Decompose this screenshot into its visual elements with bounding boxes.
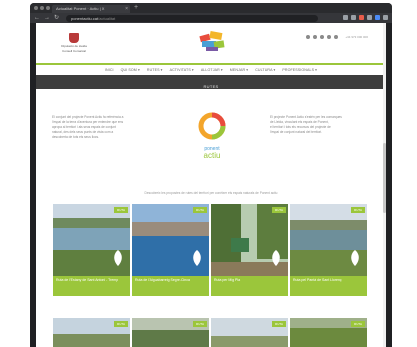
extension-icon[interactable] bbox=[351, 15, 356, 20]
card-tag: RUTA bbox=[193, 207, 207, 213]
route-card[interactable]: RUTA Ruta per Mig Pla bbox=[211, 204, 288, 296]
leaf-icon bbox=[272, 250, 280, 266]
window-controls bbox=[34, 6, 50, 10]
browser-tab[interactable]: Actualitat Ponent · Actiu | X × bbox=[52, 5, 130, 13]
card-title: Ruta de l'Aiguabarreig Segre-Cinca bbox=[135, 278, 190, 282]
intro-line: l'espai de conjunt natural del territori… bbox=[270, 130, 322, 134]
forward-icon[interactable]: → bbox=[44, 14, 50, 22]
twitter-icon[interactable] bbox=[313, 35, 318, 39]
intro-right-text: El projecte Ponent Actiu s'estén per les… bbox=[270, 115, 382, 135]
nav-item-allotjar[interactable]: ALLOTJAR ▾ bbox=[201, 68, 223, 72]
card-title: Ruta de l'Estany de Sant Antoni - Tremp bbox=[56, 278, 119, 282]
new-tab-button[interactable]: + bbox=[134, 4, 138, 12]
minimize-window-button[interactable] bbox=[40, 6, 44, 10]
route-card[interactable]: RUTA bbox=[290, 318, 367, 347]
tab-close-icon[interactable]: × bbox=[125, 5, 128, 13]
mail-icon[interactable] bbox=[334, 35, 339, 39]
card-tag: RUTA bbox=[351, 207, 365, 213]
url-domain: ponentactiu.cat bbox=[71, 16, 99, 21]
logo-word-bottom: actiu bbox=[203, 151, 221, 160]
route-card[interactable]: RUTA Ruta pel Pantà de Sant Llorenç bbox=[290, 204, 367, 296]
route-card[interactable]: RUTA bbox=[132, 318, 209, 347]
card-tag: RUTA bbox=[114, 321, 128, 327]
intro-left-text: El conjunt del projecte Ponent Actiu fa … bbox=[52, 115, 170, 140]
main-navigation: INICI QUI SOM ▾ RUTES ▾ ACTIVITATS ▾ ALL… bbox=[36, 65, 386, 75]
nav-item-rutes[interactable]: RUTES ▾ bbox=[147, 68, 163, 72]
page-title-band: RUTES bbox=[36, 75, 386, 89]
maximize-window-button[interactable] bbox=[46, 6, 50, 10]
council-emblem-icon bbox=[69, 33, 79, 43]
council-logo[interactable]: Diputació de Lleida Consell Comarcal bbox=[54, 33, 94, 53]
nav-item-activitats[interactable]: ACTIVITATS ▾ bbox=[170, 68, 194, 72]
ring-logo-icon bbox=[198, 112, 226, 140]
extension-icon[interactable] bbox=[343, 15, 348, 20]
leaf-icon bbox=[351, 250, 359, 266]
card-tag: RUTA bbox=[114, 207, 128, 213]
route-cards: RUTA Ruta de l'Estany de Sant Antoni - T… bbox=[53, 204, 369, 296]
route-card[interactable]: RUTA bbox=[211, 318, 288, 347]
intro-line: descoberta de tots els seus llocs. bbox=[52, 135, 99, 139]
card-tag: RUTA bbox=[351, 321, 365, 327]
menu-icon[interactable] bbox=[383, 15, 388, 20]
extension-icons bbox=[343, 15, 388, 20]
brand-logo-icon[interactable] bbox=[196, 29, 228, 55]
extension-icon[interactable] bbox=[359, 15, 364, 20]
council-subtitle: Consell Comarcal bbox=[62, 49, 86, 53]
profile-icon[interactable] bbox=[375, 15, 380, 20]
close-window-button[interactable] bbox=[34, 6, 38, 10]
reload-icon[interactable]: ↻ bbox=[54, 14, 59, 22]
card-tag: RUTA bbox=[272, 321, 286, 327]
nav-item-qui-som[interactable]: QUI SOM ▾ bbox=[121, 68, 140, 72]
ponent-actiu-logo: ponent actiu bbox=[194, 111, 230, 160]
route-card[interactable]: RUTA Ruta de l'Aiguabarreig Segre-Cinca bbox=[132, 204, 209, 296]
contact-phone[interactable]: +34 973 000 000 bbox=[345, 35, 368, 39]
route-card[interactable]: RUTA Ruta de l'Estany de Sant Antoni - T… bbox=[53, 204, 130, 296]
facebook-icon[interactable] bbox=[306, 35, 311, 39]
address-bar[interactable]: ponentactiu.cat/actualitat bbox=[66, 15, 318, 22]
tab-title: Actualitat Ponent · Actiu | X bbox=[56, 6, 105, 11]
page-scrollbar[interactable] bbox=[383, 23, 386, 347]
leaf-icon bbox=[193, 250, 201, 266]
card-title: Ruta pel Pantà de Sant Llorenç bbox=[293, 278, 342, 282]
browser-toolbar: ← → ↻ ponentactiu.cat/actualitat bbox=[30, 13, 392, 23]
nav-item-cultura[interactable]: CULTURA ▾ bbox=[255, 68, 275, 72]
nav-item-menjar[interactable]: MENJAR ▾ bbox=[230, 68, 248, 72]
tab-bar: Actualitat Ponent · Actiu | X × + bbox=[30, 3, 392, 13]
nav-item-inici[interactable]: INICI bbox=[105, 68, 114, 72]
browser-window: Actualitat Ponent · Actiu | X × + ← → ↻ … bbox=[30, 3, 392, 347]
extension-icon[interactable] bbox=[367, 15, 372, 20]
page-title: RUTES bbox=[203, 84, 219, 89]
page-viewport: Diputació de Lleida Consell Comarcal +34… bbox=[36, 23, 386, 347]
route-cards-row-2: RUTA RUTA RUTA RUTA bbox=[53, 318, 369, 347]
url-path: /actualitat bbox=[98, 16, 116, 21]
back-icon[interactable]: ← bbox=[34, 14, 40, 22]
nav-item-professionals[interactable]: PROFESSIONALS ▾ bbox=[282, 68, 317, 72]
social-links: +34 973 000 000 bbox=[306, 35, 368, 39]
route-card[interactable]: RUTA bbox=[53, 318, 130, 347]
council-name: Diputació de Lleida bbox=[61, 44, 87, 48]
instagram-icon[interactable] bbox=[320, 35, 325, 39]
card-tag: RUTA bbox=[193, 321, 207, 327]
card-title: Ruta per Mig Pla bbox=[214, 278, 241, 282]
nav-buttons: ← → ↻ bbox=[34, 14, 59, 22]
leaf-icon bbox=[114, 250, 122, 266]
youtube-icon[interactable] bbox=[327, 35, 332, 39]
site-header: Diputació de Lleida Consell Comarcal +34… bbox=[36, 23, 386, 63]
scrollbar-thumb[interactable] bbox=[383, 143, 386, 213]
section-intro: Descobreix les propostes de rutes del te… bbox=[144, 191, 278, 195]
card-tag: RUTA bbox=[272, 207, 286, 213]
